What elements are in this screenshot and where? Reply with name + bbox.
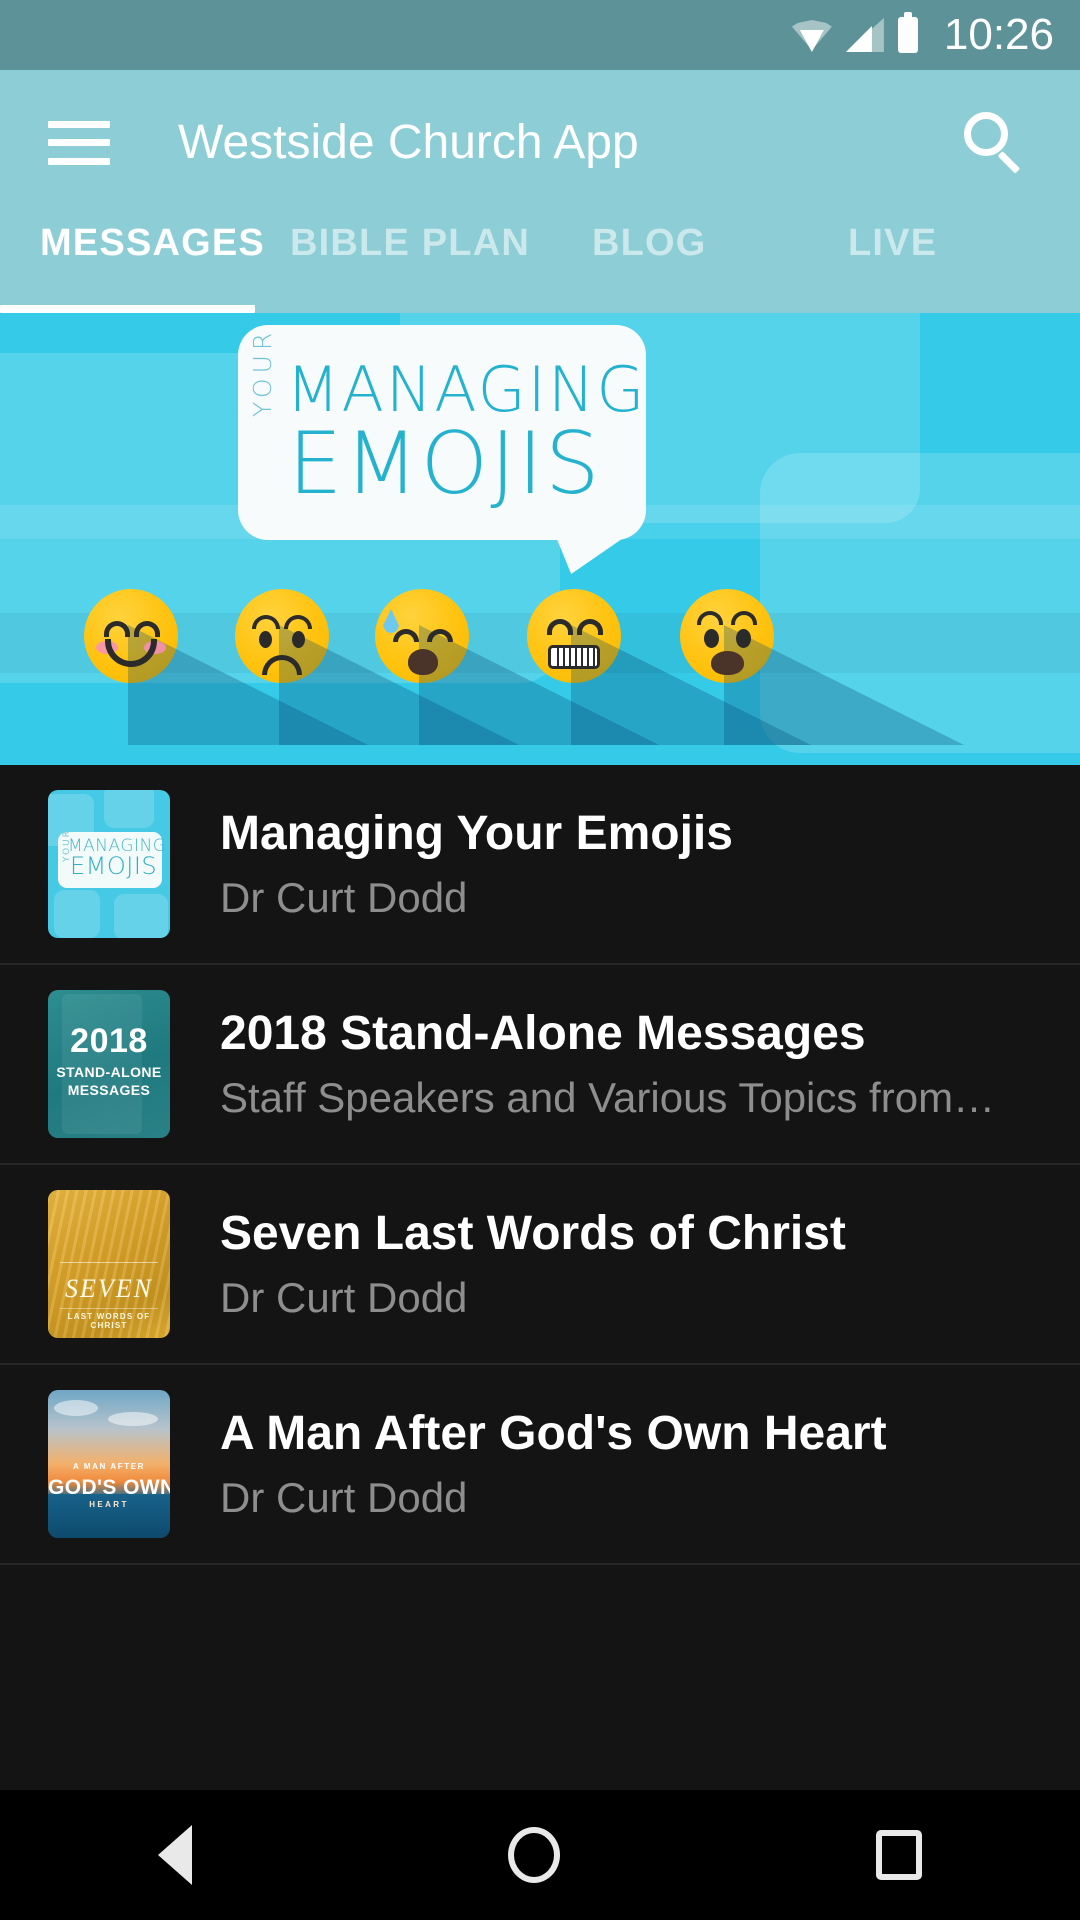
thumb-top: A MAN AFTER bbox=[72, 1462, 146, 1471]
list-item[interactable]: A MAN AFTER GOD'S OWN HEART A Man After God… bbox=[0, 1365, 1080, 1565]
list-item-text: A Man After God's Own Heart Dr Curt Dodd bbox=[220, 1406, 887, 1522]
thumb-word: SEVEN bbox=[65, 1274, 153, 1303]
mouth-teeth bbox=[548, 645, 600, 669]
recents-nav-icon[interactable] bbox=[876, 1830, 922, 1880]
sweat-drop-icon bbox=[383, 609, 399, 633]
thumb-line1: STAND-ALONE bbox=[56, 1064, 162, 1080]
grimacing-face-emoji bbox=[527, 589, 811, 745]
thumb-sub: LAST WORDS OF CHRIST bbox=[67, 1312, 151, 1330]
mouth-open bbox=[711, 651, 744, 675]
brow-left bbox=[252, 615, 280, 629]
search-icon[interactable] bbox=[960, 110, 1026, 176]
managing-your-emojis-artwork[interactable]: MANAGING EMOJIS YOUR bbox=[48, 790, 170, 938]
list-item-title: Managing Your Emojis bbox=[220, 806, 733, 860]
sad-face-with-sweat-emoji bbox=[375, 589, 659, 745]
thumb-art: SEVEN LAST WORDS OF CHRIST bbox=[48, 1190, 170, 1338]
list-item-text: Seven Last Words of Christ Dr Curt Dodd bbox=[220, 1206, 846, 1322]
thumb-year: 2018 bbox=[70, 1022, 148, 1060]
eye-left bbox=[393, 629, 419, 642]
status-bar-clock: 10:26 bbox=[943, 10, 1054, 59]
app-title: Westside Church App bbox=[178, 116, 639, 169]
eye-left bbox=[259, 631, 272, 648]
seven-last-words-of-christ-artwork[interactable]: SEVEN LAST WORDS OF CHRIST bbox=[48, 1190, 170, 1338]
app-screen: 10:26 Westside Church App MESSAGES BIBLE … bbox=[0, 0, 1080, 1920]
back-nav-icon[interactable] bbox=[158, 1825, 192, 1885]
hero-banner[interactable]: MANAGING YOUR EMOJIS bbox=[0, 313, 1080, 765]
mouth-open bbox=[408, 649, 438, 675]
brow-right bbox=[731, 611, 757, 625]
a-man-after-gods-own-heart-artwork[interactable]: A MAN AFTER GOD'S OWN HEART bbox=[48, 1390, 170, 1538]
tab-bar: MESSAGES BIBLE PLAN BLOG LIVE bbox=[0, 215, 1080, 313]
hamburger-menu-icon[interactable] bbox=[48, 120, 110, 165]
list-item-title: Seven Last Words of Christ bbox=[220, 1206, 846, 1260]
list-item-subtitle: Staff Speakers and Various Topics from… bbox=[220, 1073, 996, 1121]
hero-speech-bubble: MANAGING YOUR EMOJIS bbox=[238, 325, 646, 540]
hero-emoji-row bbox=[0, 571, 1080, 745]
eye-left bbox=[704, 629, 719, 648]
thumb-small: YOUR bbox=[62, 829, 72, 862]
android-navigation-bar bbox=[0, 1790, 1080, 1920]
hero-title-small: YOUR bbox=[248, 327, 277, 417]
tab-messages[interactable]: MESSAGES bbox=[40, 222, 265, 289]
wifi-icon bbox=[791, 18, 832, 52]
eye-right bbox=[736, 629, 751, 648]
home-nav-icon[interactable] bbox=[508, 1827, 560, 1883]
unamused-frowning-face-emoji bbox=[235, 589, 519, 745]
status-bar: 10:26 bbox=[0, 0, 1080, 70]
smiling-face-with-blush-emoji bbox=[84, 589, 368, 745]
list-item-text: Managing Your Emojis Dr Curt Dodd bbox=[220, 806, 733, 922]
brow-right bbox=[284, 615, 312, 629]
list-item-title: A Man After God's Own Heart bbox=[220, 1406, 887, 1460]
tab-indicator bbox=[0, 305, 255, 313]
tab-bible-plan[interactable]: BIBLE PLAN bbox=[290, 222, 530, 289]
battery-icon bbox=[897, 12, 918, 53]
hero-title-line2: EMOJIS bbox=[288, 414, 602, 514]
list-item-subtitle: Dr Curt Dodd bbox=[220, 1273, 468, 1321]
thumb-bot: HEART bbox=[89, 1500, 129, 1509]
message-series-list: MANAGING EMOJIS YOUR Managing Your Emojis Dr… bbox=[0, 765, 1080, 1790]
thumb-mid: GOD'S OWN bbox=[48, 1476, 170, 1499]
eye-left bbox=[547, 619, 573, 635]
eye-right bbox=[134, 621, 160, 637]
tab-list: MESSAGES BIBLE PLAN BLOG LIVE bbox=[0, 215, 1080, 313]
brow-left bbox=[697, 611, 723, 625]
thumb-art: A MAN AFTER GOD'S OWN HEART bbox=[48, 1390, 170, 1538]
list-item-text: 2018 Stand-Alone Messages Staff Speakers … bbox=[220, 1006, 995, 1122]
cell-signal-icon bbox=[845, 18, 884, 52]
list-item[interactable]: 2018 STAND-ALONE MESSAGES 2018 Stand-Alone … bbox=[0, 965, 1080, 1165]
list-item-title: 2018 Stand-Alone Messages bbox=[220, 1006, 866, 1060]
list-item[interactable]: SEVEN LAST WORDS OF CHRIST Seven Last Word… bbox=[0, 1165, 1080, 1365]
app-bar: Westside Church App bbox=[0, 70, 1080, 215]
list-item-subtitle: Dr Curt Dodd bbox=[220, 873, 468, 921]
anguished-open-mouth-face-emoji bbox=[680, 589, 964, 745]
2018-stand-alone-messages-artwork[interactable]: 2018 STAND-ALONE MESSAGES bbox=[48, 990, 170, 1138]
thumb-art: 2018 STAND-ALONE MESSAGES bbox=[48, 990, 170, 1138]
list-item[interactable]: MANAGING EMOJIS YOUR Managing Your Emojis Dr… bbox=[0, 765, 1080, 965]
thumb-line2: MESSAGES bbox=[67, 1082, 151, 1098]
list-item-subtitle: Dr Curt Dodd bbox=[220, 1473, 468, 1521]
eye-right bbox=[292, 631, 305, 648]
thumb-art: MANAGING EMOJIS YOUR bbox=[48, 790, 170, 938]
eye-left bbox=[104, 621, 130, 637]
tab-blog[interactable]: BLOG bbox=[592, 222, 707, 289]
eye-right bbox=[577, 619, 603, 635]
thumb-line2: EMOJIS bbox=[70, 852, 158, 880]
tab-live[interactable]: LIVE bbox=[848, 222, 937, 289]
eye-right bbox=[427, 629, 453, 642]
status-bar-icons: 10:26 bbox=[791, 10, 1054, 59]
